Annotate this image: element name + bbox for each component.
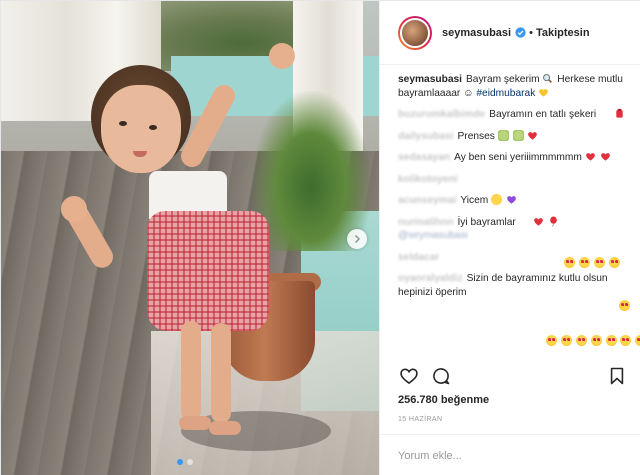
peace-sign-hand-right — [269, 43, 295, 69]
comment-text: Ay ben seni yeriiimmmmmm — [454, 152, 582, 163]
heart-eyes-emoji-icon — [605, 334, 617, 346]
comment: nurinalihnn İyi bayramlar @seymasubasi — [398, 215, 631, 311]
bear-emoji-icon — [512, 129, 524, 141]
child-leg — [211, 323, 231, 423]
peace-sign-hand-left — [61, 196, 87, 222]
post-date: 15 HAZİRAN — [398, 416, 443, 423]
comment-username[interactable]: nurinalihnn — [398, 217, 453, 228]
caption-text: ☺ — [463, 87, 474, 99]
heart-eyes-emoji-icon — [593, 256, 605, 268]
caption: seymasubasi Bayram şekerim Herkese mutlu … — [398, 73, 631, 100]
magnifier-emoji-icon — [543, 74, 553, 84]
comment-username[interactable]: oyaoralyaldiz — [398, 273, 463, 284]
comment: oyaoralyaldiz Sizin de bayramınız kutlu o… — [398, 272, 631, 299]
bookmark-icon — [610, 367, 624, 385]
caption-text: Bayram şekerim — [466, 74, 540, 85]
red-heart-emoji-icon — [534, 217, 544, 226]
carousel-dots — [177, 459, 193, 465]
header-username[interactable]: seymasubasi — [442, 27, 511, 39]
like-count[interactable]: 256.780 beğenme — [398, 394, 628, 406]
gingham-dress — [147, 211, 269, 331]
comment: acunseymai Yicem — [398, 194, 631, 208]
mention-link[interactable]: @seymasubasi — [398, 230, 468, 241]
heart-eyes-emoji-icon — [575, 334, 587, 346]
hashtag-link[interactable]: #eidmubarak — [476, 88, 535, 99]
heart-eyes-emoji-icon — [620, 334, 632, 346]
heart-eyes-emoji-icon — [546, 334, 558, 346]
yellow-heart-emoji-icon — [539, 88, 548, 97]
comment-text: İyi bayramlar — [457, 216, 516, 228]
heart-icon — [400, 368, 418, 385]
red-heart-emoji-icon — [600, 153, 610, 161]
comment-username[interactable]: dailysubasi — [398, 131, 454, 142]
comment: dailysubasi Prenses — [398, 129, 631, 144]
heart-eyes-emoji-icon — [618, 299, 630, 311]
child-leg — [181, 321, 201, 421]
heart-eyes-emoji-icon — [561, 334, 573, 346]
balloon-emoji-icon — [550, 215, 558, 227]
heart-eyes-emoji-icon — [579, 256, 591, 268]
chevron-right-icon — [355, 235, 360, 243]
carousel-next-button[interactable] — [347, 229, 367, 249]
comment-username[interactable]: acunseymai — [398, 195, 456, 206]
comment-text: Yicem — [460, 195, 489, 206]
header-separator: • — [529, 26, 533, 39]
post-sidebar: seymasubasi • Takiptesin seymasubasi Bayr… — [379, 1, 640, 475]
bear-emoji-icon — [497, 129, 509, 141]
child-eye — [119, 121, 127, 126]
heart-eyes-emoji-icon — [635, 334, 640, 346]
comment-username[interactable]: seldacar — [398, 252, 439, 263]
instagram-post: seymasubasi • Takiptesin seymasubasi Bayr… — [0, 0, 640, 475]
child-face — [101, 85, 181, 173]
caption-username[interactable]: seymasubasi — [398, 74, 462, 85]
comment: sedasayan Ay ben seni yeriiimmmmmm — [398, 151, 631, 165]
post-actions: 256.780 beğenme 15 HAZİRAN — [380, 361, 640, 423]
add-comment-bar — [380, 434, 640, 475]
comment-button[interactable] — [430, 365, 452, 387]
comment: buzurumkalbimde Bayramın en tatlı şekeri — [398, 108, 631, 122]
avatar[interactable] — [398, 15, 432, 50]
comment-input[interactable] — [398, 449, 624, 462]
potted-plant — [251, 91, 371, 251]
heart-eyes-emoji-icon — [590, 334, 602, 346]
save-button[interactable] — [606, 365, 628, 387]
purple-heart-emoji-icon — [507, 196, 516, 204]
comment: kolikotoyeni — [398, 173, 631, 268]
carousel-dot — [187, 459, 193, 465]
comment-username[interactable]: kolikotoyeni — [398, 174, 457, 185]
comment-icon — [433, 368, 450, 385]
post-header: seymasubasi • Takiptesin — [380, 1, 640, 65]
carousel-dot-active — [177, 459, 183, 465]
heart-eyes-emoji-icon — [564, 256, 576, 268]
comment-username[interactable]: buzurumkalbimde — [398, 109, 485, 120]
post-photo[interactable] — [1, 1, 379, 475]
action-icons — [398, 361, 628, 391]
heart-eyes-emoji-icon — [608, 256, 620, 268]
smile-emoji-icon — [491, 194, 503, 205]
comment-list: seymasubasi Bayram şekerim Herkese mutlu … — [380, 65, 640, 357]
comment-text: Prenses — [457, 130, 495, 142]
child-foot — [179, 416, 211, 430]
comment-username[interactable]: sedasayan — [398, 152, 450, 163]
like-button[interactable] — [398, 365, 420, 387]
follow-state-button[interactable]: Takiptesin — [536, 27, 590, 39]
child-foot — [209, 421, 241, 435]
child-eye — [149, 125, 157, 130]
red-box-emoji-icon — [616, 108, 623, 118]
red-heart-emoji-icon — [528, 131, 538, 140]
verified-icon — [515, 27, 526, 38]
comment-text: Bayramın en tatlı şekeri — [489, 109, 597, 120]
red-heart-emoji-icon — [585, 153, 595, 161]
